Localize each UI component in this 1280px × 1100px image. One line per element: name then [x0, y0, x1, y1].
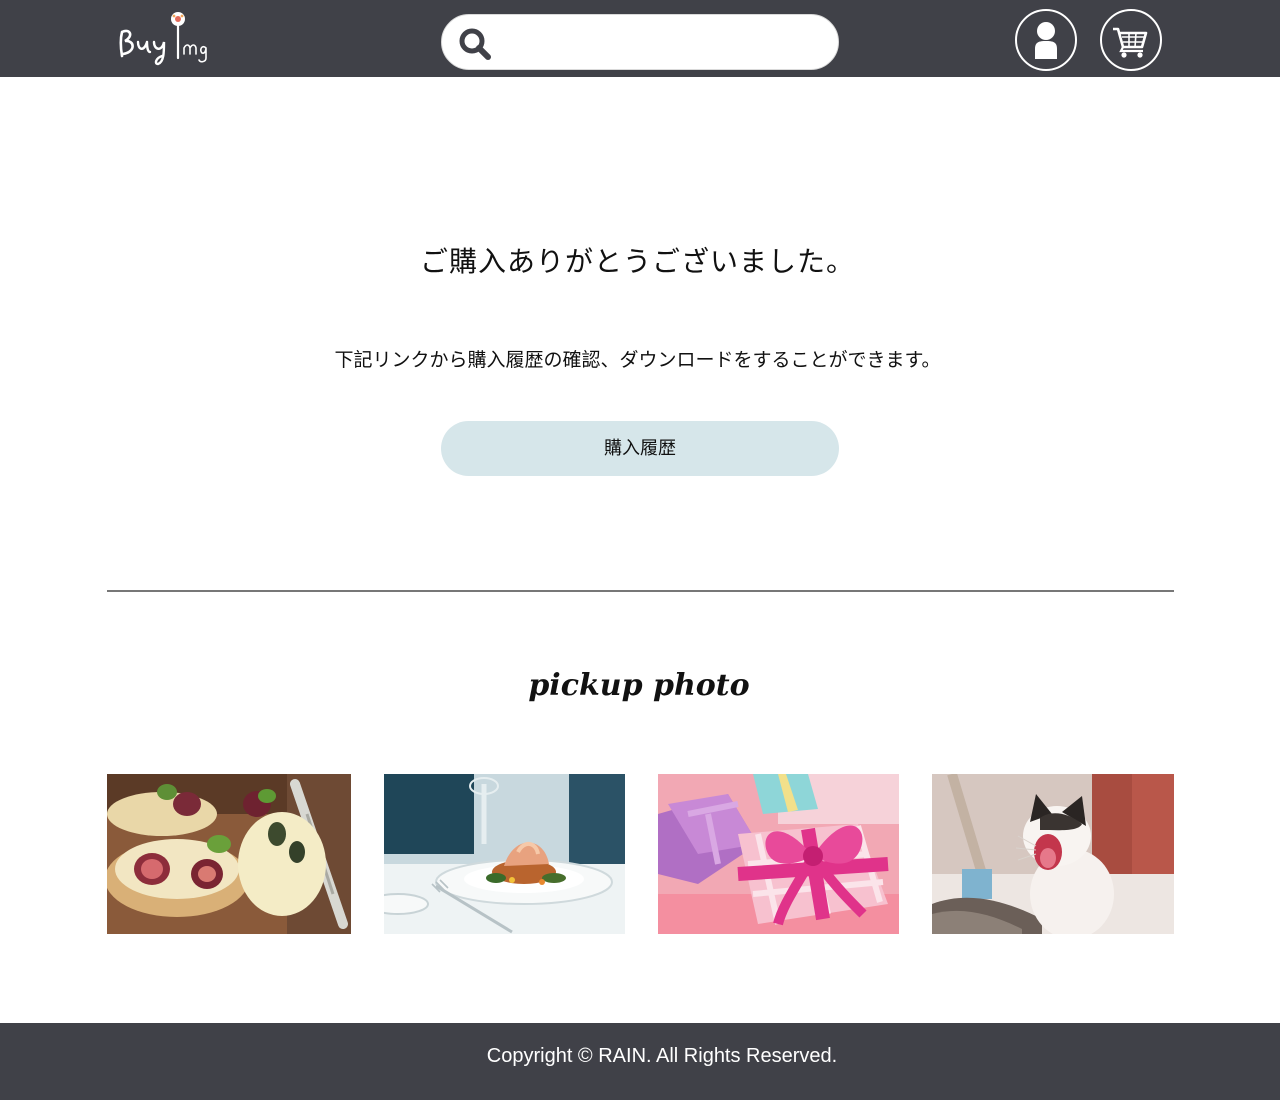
footer: Copyright © RAIN. All Rights Reserved.: [0, 1023, 1280, 1100]
thanks-heading: ご購入ありがとうございました。: [419, 245, 855, 278]
search-icon[interactable]: [458, 27, 492, 61]
pickup-photo-3[interactable]: [658, 774, 899, 934]
purchase-history-button[interactable]: 購入履歴: [441, 421, 839, 476]
search-bar[interactable]: [441, 14, 839, 70]
cart-button[interactable]: [1100, 9, 1162, 71]
header: [0, 0, 1280, 77]
divider: [107, 590, 1174, 592]
logo[interactable]: [116, 8, 212, 70]
user-icon: [1035, 22, 1057, 59]
pickup-photo-1[interactable]: [107, 774, 351, 934]
pickup-photo-4[interactable]: [932, 774, 1174, 934]
pickup-title: pickup photo: [528, 668, 750, 703]
account-button[interactable]: [1015, 9, 1077, 71]
pickup-photo-2[interactable]: [384, 774, 625, 934]
search-input[interactable]: [502, 23, 822, 63]
copyright-text: Copyright © RAIN. All Rights Reserved.: [486, 1045, 838, 1067]
history-info-text: 下記リンクから購入履歴の確認、ダウンロードをすることができます。: [334, 349, 941, 371]
purchase-history-label: 購入履歴: [604, 438, 676, 459]
cart-icon: [1113, 27, 1148, 58]
